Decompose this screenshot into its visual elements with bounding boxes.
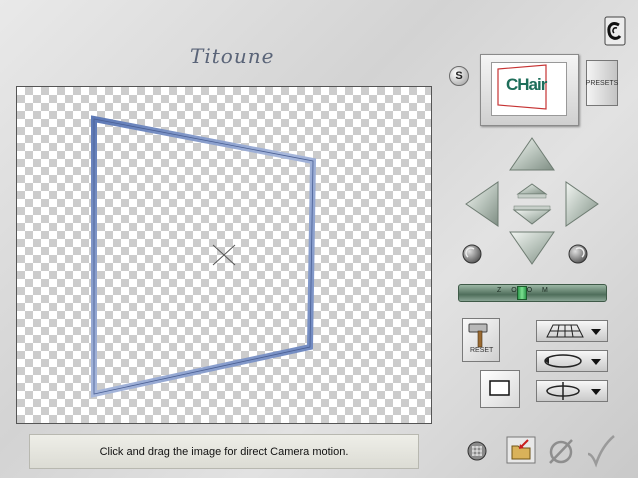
arrow-down-icon[interactable]: [509, 231, 555, 265]
zoom-slider-thumb[interactable]: [517, 286, 527, 300]
chevron-down-icon: [591, 359, 601, 365]
orbit-dropdown[interactable]: [536, 350, 608, 372]
open-folder-icon[interactable]: [506, 436, 536, 464]
s-button[interactable]: S: [449, 66, 469, 86]
chevron-down-icon: [591, 329, 601, 335]
hammer-icon: [468, 323, 488, 348]
spin-dropdown[interactable]: [536, 380, 608, 402]
rotate-left-icon[interactable]: [462, 244, 482, 264]
reset-button[interactable]: RESET: [462, 318, 500, 362]
small-arrow-up-icon[interactable]: [516, 183, 548, 199]
status-bar: Click and drag the image for direct Came…: [29, 434, 419, 469]
zoom-slider[interactable]: Z O O M: [458, 284, 607, 302]
small-arrow-down-icon[interactable]: [512, 205, 552, 225]
thumbnail-text: CHair: [506, 75, 547, 94]
grid-icon[interactable]: [467, 441, 487, 461]
status-text: Click and drag the image for direct Came…: [99, 445, 349, 458]
brand-signature: Titoune: [190, 44, 275, 68]
camera-frame-graphic[interactable]: [17, 87, 431, 423]
arrow-right-icon[interactable]: [565, 181, 599, 227]
arrow-left-icon[interactable]: [465, 181, 499, 227]
presets-button[interactable]: PRESETS: [586, 60, 618, 106]
reset-label: RESET: [470, 347, 494, 354]
floor-grid-icon: [546, 324, 601, 338]
frame-toggle-button[interactable]: [480, 370, 520, 408]
arrow-up-icon[interactable]: [509, 137, 555, 171]
preview-canvas[interactable]: [16, 86, 432, 424]
chevron-down-icon: [591, 389, 601, 395]
floor-grid-dropdown[interactable]: [536, 320, 608, 342]
orbit-icon: [544, 354, 601, 368]
center-crosshair-icon: [212, 244, 236, 266]
rotate-right-icon[interactable]: [568, 244, 588, 264]
cancel-icon[interactable]: [546, 436, 576, 466]
spin-icon: [546, 382, 601, 400]
rectangle-icon: [489, 380, 510, 396]
preset-thumbnail[interactable]: CHair: [480, 54, 579, 126]
c-logo-icon[interactable]: [604, 16, 626, 46]
thumbnail-image: CHair: [491, 62, 567, 116]
presets-label: PRESETS: [585, 79, 619, 87]
checkmark-icon[interactable]: [584, 434, 616, 468]
